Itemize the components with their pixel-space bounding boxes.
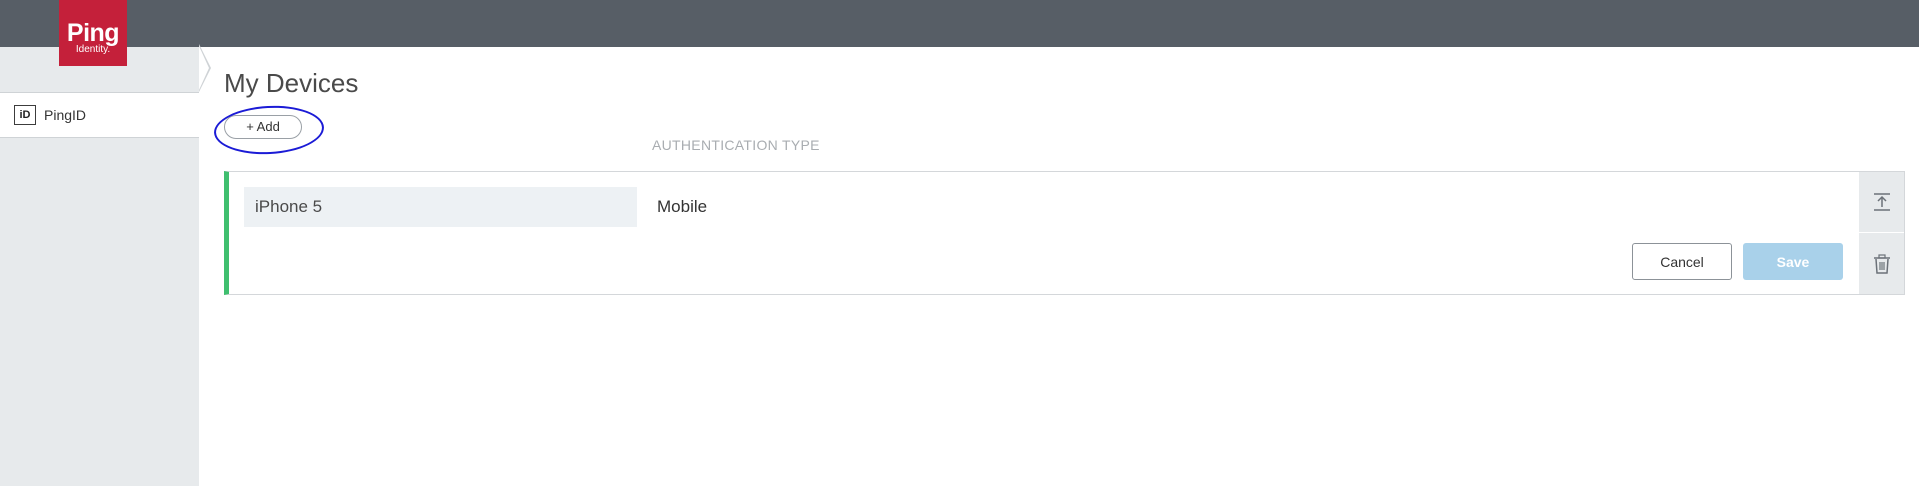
authentication-type-header: AUTHENTICATION TYPE [652, 137, 820, 153]
device-row: Mobile Cancel Save [224, 171, 1905, 295]
sidebar-item-pingid[interactable]: iD PingID [0, 92, 199, 138]
save-button[interactable]: Save [1743, 243, 1843, 280]
active-indicator-arrow-fill [199, 46, 209, 90]
ping-identity-logo[interactable]: Ping Identity. [59, 0, 127, 66]
device-name-field[interactable] [244, 187, 637, 227]
trash-icon [1873, 253, 1890, 274]
pingid-icon: iD [14, 105, 36, 125]
delete-device-button[interactable] [1859, 233, 1904, 294]
sidebar: iD PingID [0, 47, 199, 486]
move-to-top-icon [1873, 193, 1890, 211]
authentication-type-value: Mobile [657, 197, 708, 216]
device-actions [1859, 172, 1904, 294]
make-primary-button[interactable] [1859, 172, 1904, 233]
logo-name: Ping [66, 19, 120, 47]
cancel-button[interactable]: Cancel [1632, 243, 1732, 280]
page-title: My Devices [224, 68, 359, 98]
top-bar [0, 0, 1919, 47]
sidebar-item-label: PingID [44, 107, 87, 123]
add-device-button[interactable]: + Add [224, 115, 302, 139]
